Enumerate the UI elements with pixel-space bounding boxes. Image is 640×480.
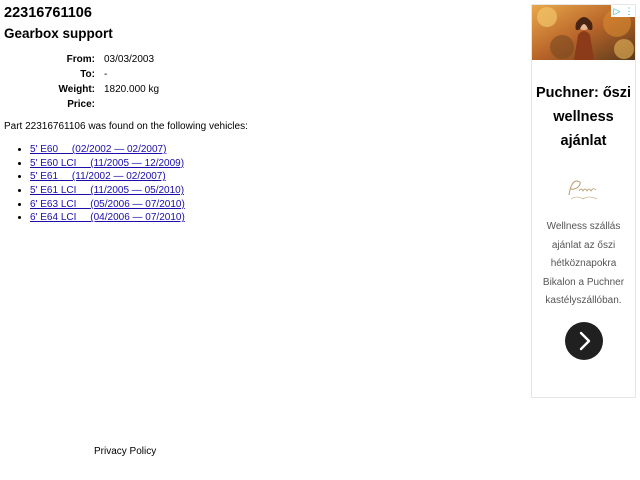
spec-label: To: xyxy=(80,69,95,80)
part-number: 22316761106 xyxy=(4,5,92,21)
spec-row-from: From: 03/03/2003 xyxy=(40,52,159,67)
list-item: 5' E60 (02/2002 — 02/2007) xyxy=(30,143,185,157)
list-item: 5' E60 LCI (11/2005 — 12/2009) xyxy=(30,157,185,171)
spec-label: Weight: xyxy=(58,84,95,95)
vehicle-link[interactable]: 6' E64 LCI (04/2006 — 07/2010) xyxy=(30,212,185,223)
spec-value: - xyxy=(104,69,108,80)
vehicle-link[interactable]: 5' E61 (11/2002 — 02/2007) xyxy=(30,171,166,182)
list-item: 6' E63 LCI (05/2006 — 07/2010) xyxy=(30,198,185,212)
ad-badges: ▷ ⋮ xyxy=(611,5,635,17)
ad-body-text[interactable]: Wellness szállás ajánlat az őszi hétközn… xyxy=(536,218,631,311)
vehicle-link[interactable]: 5' E61 LCI (11/2005 — 05/2010) xyxy=(30,185,184,196)
found-on-vehicles-text: Part 22316761106 was found on the follow… xyxy=(4,121,248,132)
adchoices-icon[interactable]: ▷ xyxy=(611,5,623,17)
vehicle-list: 5' E60 (02/2002 — 02/2007) 5' E60 LCI (1… xyxy=(10,143,185,225)
spec-label: From: xyxy=(66,54,95,65)
spec-row-price: Price: xyxy=(40,97,159,112)
ad-logo xyxy=(563,175,605,203)
list-item: 6' E64 LCI (04/2006 — 07/2010) xyxy=(30,211,185,225)
puchner-logo-icon xyxy=(568,180,598,200)
spec-label: Price: xyxy=(67,99,95,110)
spec-row-to: To: - xyxy=(40,67,159,82)
part-specs-table: From: 03/03/2003 To: - Weight: 1820.000 … xyxy=(40,52,160,112)
ad-photo[interactable]: ▷ ⋮ xyxy=(532,5,635,60)
vehicle-link[interactable]: 5' E60 LCI (11/2005 — 12/2009) xyxy=(30,158,184,169)
vehicle-link[interactable]: 6' E63 LCI (05/2006 — 07/2010) xyxy=(30,199,185,210)
more-options-icon[interactable]: ⋮ xyxy=(623,5,635,17)
spec-value xyxy=(104,97,159,112)
chevron-right-icon xyxy=(579,331,591,351)
vehicle-link[interactable]: 5' E60 (02/2002 — 02/2007) xyxy=(30,144,166,155)
spec-value: 1820.000 kg xyxy=(104,84,160,95)
list-item: 5' E61 LCI (11/2005 — 05/2010) xyxy=(30,184,185,198)
ad-cta-button[interactable] xyxy=(565,322,603,360)
spec-value: 03/03/2003 xyxy=(104,54,155,65)
ad-banner[interactable]: ▷ ⋮ Puchner: őszi wellness ajánlat Welln… xyxy=(531,4,636,398)
ad-title[interactable]: Puchner: őszi wellness ajánlat xyxy=(532,81,635,153)
privacy-policy-link[interactable]: Privacy Policy xyxy=(94,446,156,457)
list-item: 5' E61 (11/2002 — 02/2007) xyxy=(30,170,185,184)
part-name: Gearbox support xyxy=(4,26,113,41)
spec-row-weight: Weight: 1820.000 kg xyxy=(40,82,160,97)
